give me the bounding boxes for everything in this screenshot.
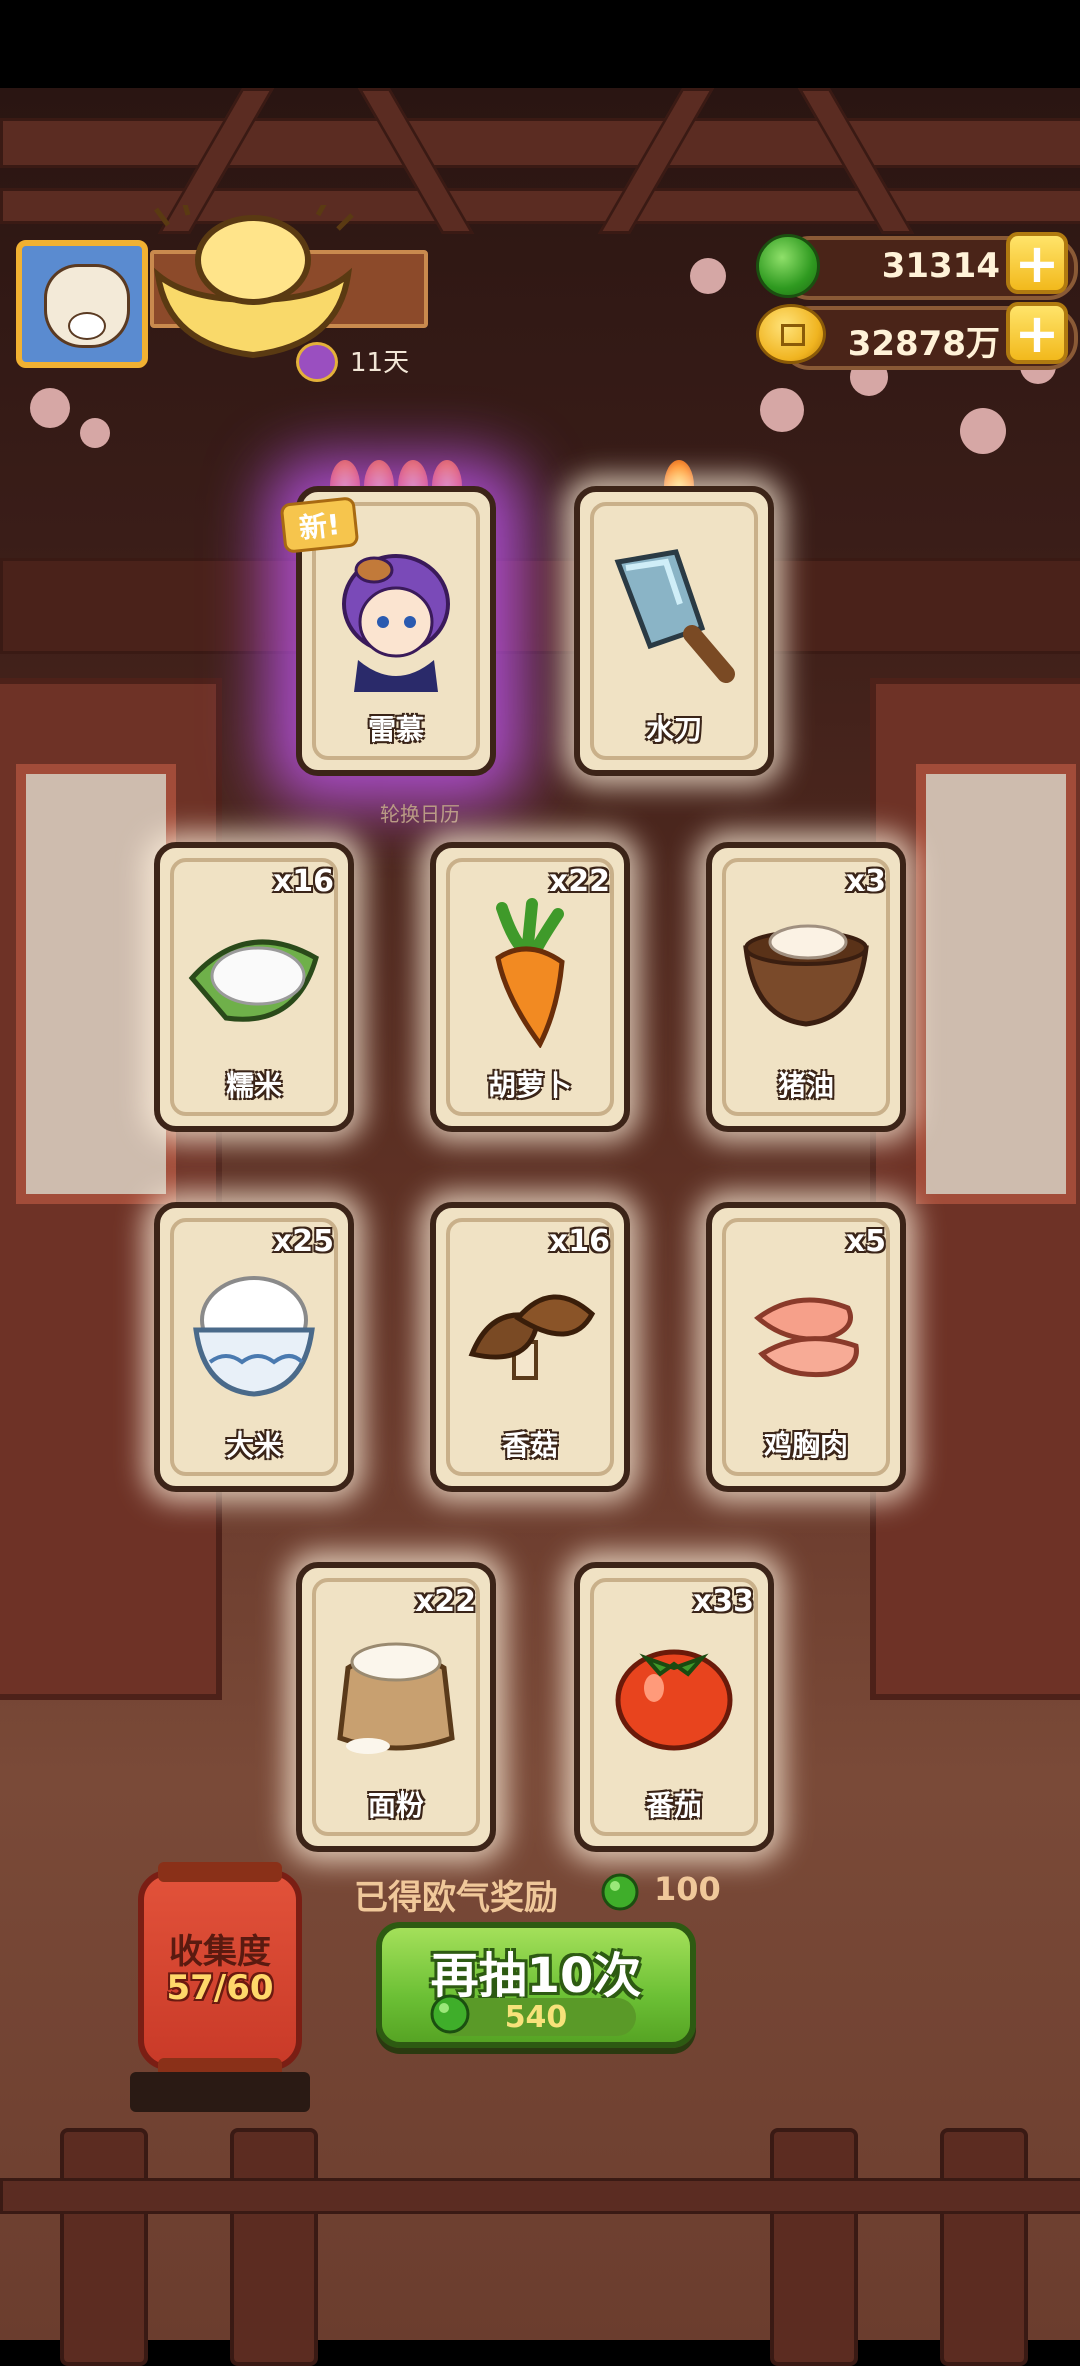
carrot-icon: [495, 898, 565, 1048]
lard-bowl-icon: [743, 924, 869, 1027]
collection-lantern[interactable]: 收集度 57/60: [138, 1862, 302, 2078]
fence-post: [940, 2128, 1028, 2366]
blossom-decor: [760, 388, 804, 432]
gold-ingot-icon: [153, 205, 354, 359]
draw-again-button[interactable]: 再抽10次 540: [376, 1922, 696, 2048]
card-count: x16: [272, 864, 334, 899]
blossom-decor: [960, 408, 1006, 454]
shiitake-icon: [468, 1294, 596, 1380]
fence-post: [770, 2128, 858, 2366]
reward-card-flour[interactable]: x22 面粉: [296, 1562, 496, 1852]
lantern-stand: [130, 2072, 310, 2112]
card-label: 鸡胸肉: [763, 1429, 848, 1462]
reward-card-cleaver[interactable]: 水刀: [574, 486, 774, 776]
card-label: 番茄: [645, 1789, 702, 1822]
rotation-calendar-label: 轮换日历: [380, 802, 460, 826]
blossom-decor: [80, 418, 110, 448]
luck-reward-label: 已得欧气奖励: [354, 1878, 558, 1918]
reward-card-chicken-breast[interactable]: x5 鸡胸肉: [706, 1202, 906, 1492]
draw-cost-value: 540: [504, 2000, 568, 2035]
card-count: x22: [548, 864, 610, 899]
card-label: 胡萝卜: [487, 1069, 572, 1102]
chicken-breast-icon: [754, 1297, 859, 1378]
blossom-decor: [690, 258, 726, 294]
blossom-decor: [30, 388, 70, 428]
card-label: 猪油: [777, 1069, 834, 1102]
jade-amount: 31314: [881, 246, 1000, 286]
coin-amount: 32878万: [847, 324, 1000, 364]
reward-card-rice[interactable]: x25 大米: [154, 1202, 354, 1492]
sticky-rice-icon: [188, 939, 319, 1022]
card-count: x5: [845, 1224, 886, 1259]
card-count: x25: [272, 1224, 334, 1259]
add-coin-button[interactable]: +: [1006, 302, 1068, 364]
reward-card-carrot[interactable]: x22 胡萝卜: [430, 842, 630, 1132]
coin-icon: [756, 304, 826, 364]
card-count: x22: [414, 1584, 476, 1619]
reward-card-tomato[interactable]: x33 番茄: [574, 1562, 774, 1852]
add-jade-button[interactable]: +: [1006, 232, 1068, 294]
luck-reward-value: 100: [654, 1870, 721, 1908]
status-bar: [0, 0, 1080, 88]
collection-title: 收集度: [169, 1932, 271, 1972]
cleaver-icon: [614, 549, 735, 683]
right-window: [870, 678, 1080, 1700]
fence-post: [60, 2128, 148, 2366]
card-label: 糯米: [225, 1069, 282, 1102]
card-label: 香菇: [501, 1429, 558, 1462]
roof-beam: [0, 118, 1080, 168]
flour-sack-icon: [337, 1642, 455, 1754]
draw-cost: 540: [430, 1994, 636, 2036]
player-avatar[interactable]: [16, 240, 148, 368]
card-label: 面粉: [367, 1789, 424, 1822]
collection-progress: 57/60: [166, 1968, 274, 2008]
card-label: 大米: [225, 1429, 282, 1462]
fence-rail: [0, 2178, 1080, 2214]
reward-card-sticky-rice[interactable]: x16 糯米: [154, 842, 354, 1132]
crossbeam: [0, 558, 1080, 654]
left-window: [0, 678, 222, 1700]
reward-card-character[interactable]: 新! 雷慕: [279, 486, 496, 776]
fence-post: [230, 2128, 318, 2366]
card-label: 水刀: [645, 713, 702, 746]
tomato-icon: [615, 1649, 733, 1751]
card-count: x3: [845, 864, 886, 899]
rice-bowl-icon: [193, 1276, 315, 1397]
jade-icon: [601, 1873, 639, 1911]
reward-card-shiitake[interactable]: x16 香菇: [430, 1202, 630, 1492]
card-count: x33: [692, 1584, 754, 1619]
character-icon: [342, 554, 450, 692]
card-count: x16: [548, 1224, 610, 1259]
calendar-icon: [296, 342, 338, 382]
jade-icon: [756, 234, 820, 298]
reward-card-lard[interactable]: x3 猪油: [706, 842, 906, 1132]
card-label: 雷慕: [367, 713, 424, 746]
days-remaining: 11天: [350, 348, 410, 378]
